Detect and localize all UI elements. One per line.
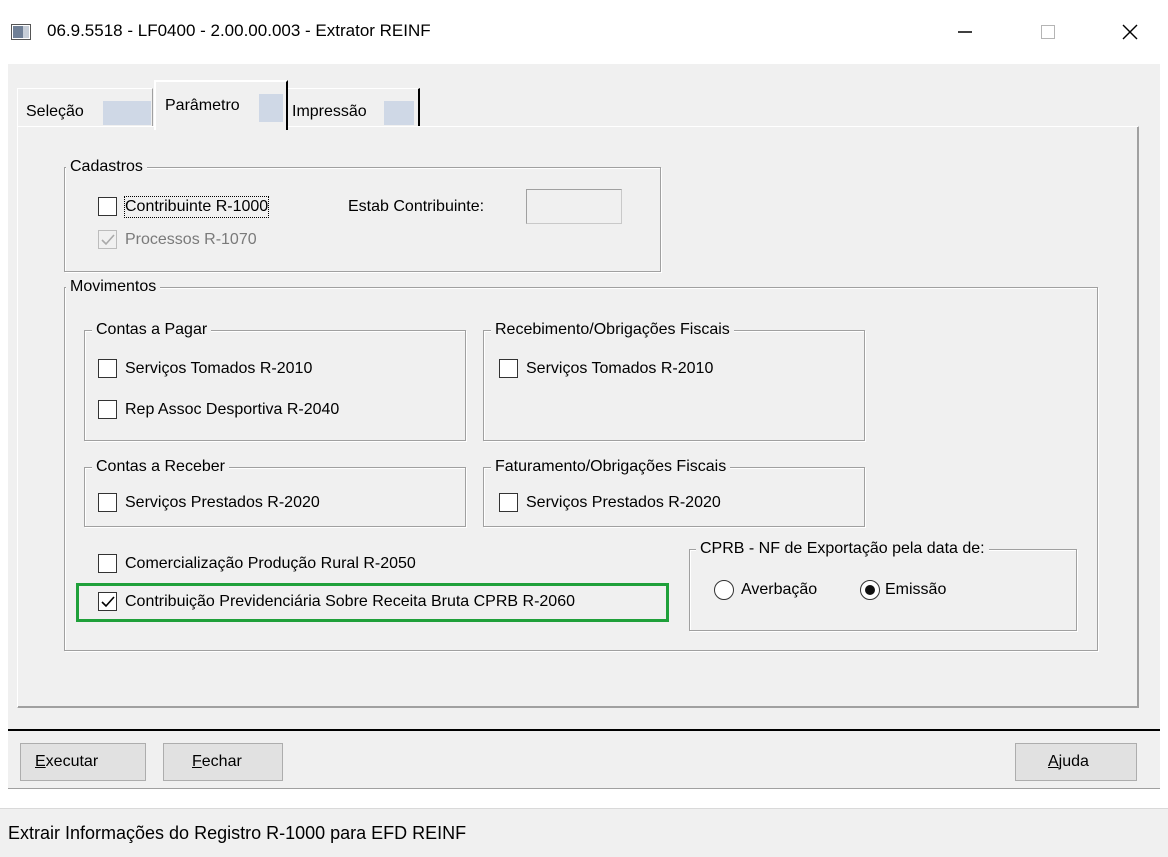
tab-shade [103, 101, 151, 125]
ajuda-button[interactable]: Ajuda [1015, 743, 1137, 781]
group-title-recebimento: Recebimento/Obrigações Fiscais [491, 320, 734, 340]
minimize-icon [958, 31, 972, 33]
emissao-label: Emissão [885, 581, 947, 598]
tab-label: Impressão [292, 103, 367, 120]
comercializacao-label: Comercialização Produção Rural R-2050 [125, 555, 416, 572]
group-title-contas-receber: Contas a Receber [92, 457, 229, 477]
checkmark-icon [100, 595, 115, 607]
group-contas-pagar [84, 330, 466, 441]
close-icon [1122, 24, 1138, 40]
window-title: 06.9.5518 - LF0400 - 2.00.00.003 - Extra… [47, 21, 431, 40]
receber-servicos-prestados-label: Serviços Prestados R-2020 [125, 494, 320, 511]
window-border-left [0, 64, 8, 789]
fat-servicos-prestados-checkbox[interactable] [499, 493, 518, 512]
averbacao-radio[interactable] [714, 580, 734, 600]
contribuinte-checkbox[interactable] [98, 197, 117, 216]
fechar-button-label: Fechar [192, 753, 242, 770]
estab-contribuinte-label: Estab Contribuinte: [348, 198, 485, 215]
window-border-right [1160, 64, 1168, 789]
close-button[interactable] [1102, 0, 1158, 64]
tab-impressao[interactable]: Impressão [288, 88, 420, 126]
tab-shade [384, 101, 414, 125]
radio-selected-dot [865, 585, 875, 595]
pagar-servicos-tomados-label: Serviços Tomados R-2010 [125, 360, 313, 377]
tab-selecao[interactable]: Seleção [17, 88, 153, 126]
fat-servicos-prestados-label: Serviços Prestados R-2020 [526, 494, 721, 511]
rep-assoc-checkbox[interactable] [98, 400, 117, 419]
emissao-radio[interactable] [860, 580, 880, 600]
checkmark-icon [100, 233, 115, 245]
minimize-button[interactable] [937, 0, 993, 64]
tab-label: Parâmetro [165, 97, 240, 114]
comercializacao-checkbox[interactable] [98, 554, 117, 573]
receb-servicos-tomados-label: Serviços Tomados R-2010 [526, 360, 714, 377]
rep-assoc-label: Rep Assoc Desportiva R-2040 [125, 401, 340, 418]
group-title-cadastros: Cadastros [66, 157, 147, 177]
group-title-cprb: CPRB - NF de Exportação pela data de: [696, 539, 989, 559]
receb-servicos-tomados-checkbox[interactable] [499, 359, 518, 378]
group-title-movimentos: Movimentos [66, 277, 161, 297]
executar-button-label: Executar [35, 753, 99, 770]
group-title-faturamento: Faturamento/Obrigações Fiscais [491, 457, 731, 477]
tab-parametro[interactable]: Parâmetro [154, 80, 288, 130]
pagar-servicos-tomados-checkbox[interactable] [98, 359, 117, 378]
processos-label: Processos R-1070 [125, 231, 257, 248]
maximize-button[interactable] [1020, 0, 1076, 64]
status-text: Extrair Informações do Registro R-1000 p… [8, 823, 467, 843]
averbacao-label: Averbação [741, 581, 818, 598]
contribuicao-label: Contribuição Previdenciária Sobre Receit… [125, 593, 575, 610]
app-icon [11, 24, 31, 40]
receber-servicos-prestados-checkbox[interactable] [98, 493, 117, 512]
tab-label: Seleção [26, 103, 84, 120]
tab-shade [259, 94, 283, 122]
processos-checkbox [98, 230, 117, 249]
group-recebimento [483, 330, 865, 441]
estab-contribuinte-input[interactable] [526, 189, 622, 224]
maximize-icon [1041, 25, 1055, 39]
contribuicao-checkbox[interactable] [98, 592, 117, 611]
contribuinte-label[interactable]: Contribuinte R-1000 [123, 196, 270, 218]
executar-button[interactable]: Executar [20, 743, 146, 781]
group-title-contas-pagar: Contas a Pagar [92, 320, 212, 340]
ajuda-button-label: Ajuda [1048, 753, 1089, 770]
fechar-button[interactable]: Fechar [163, 743, 283, 781]
